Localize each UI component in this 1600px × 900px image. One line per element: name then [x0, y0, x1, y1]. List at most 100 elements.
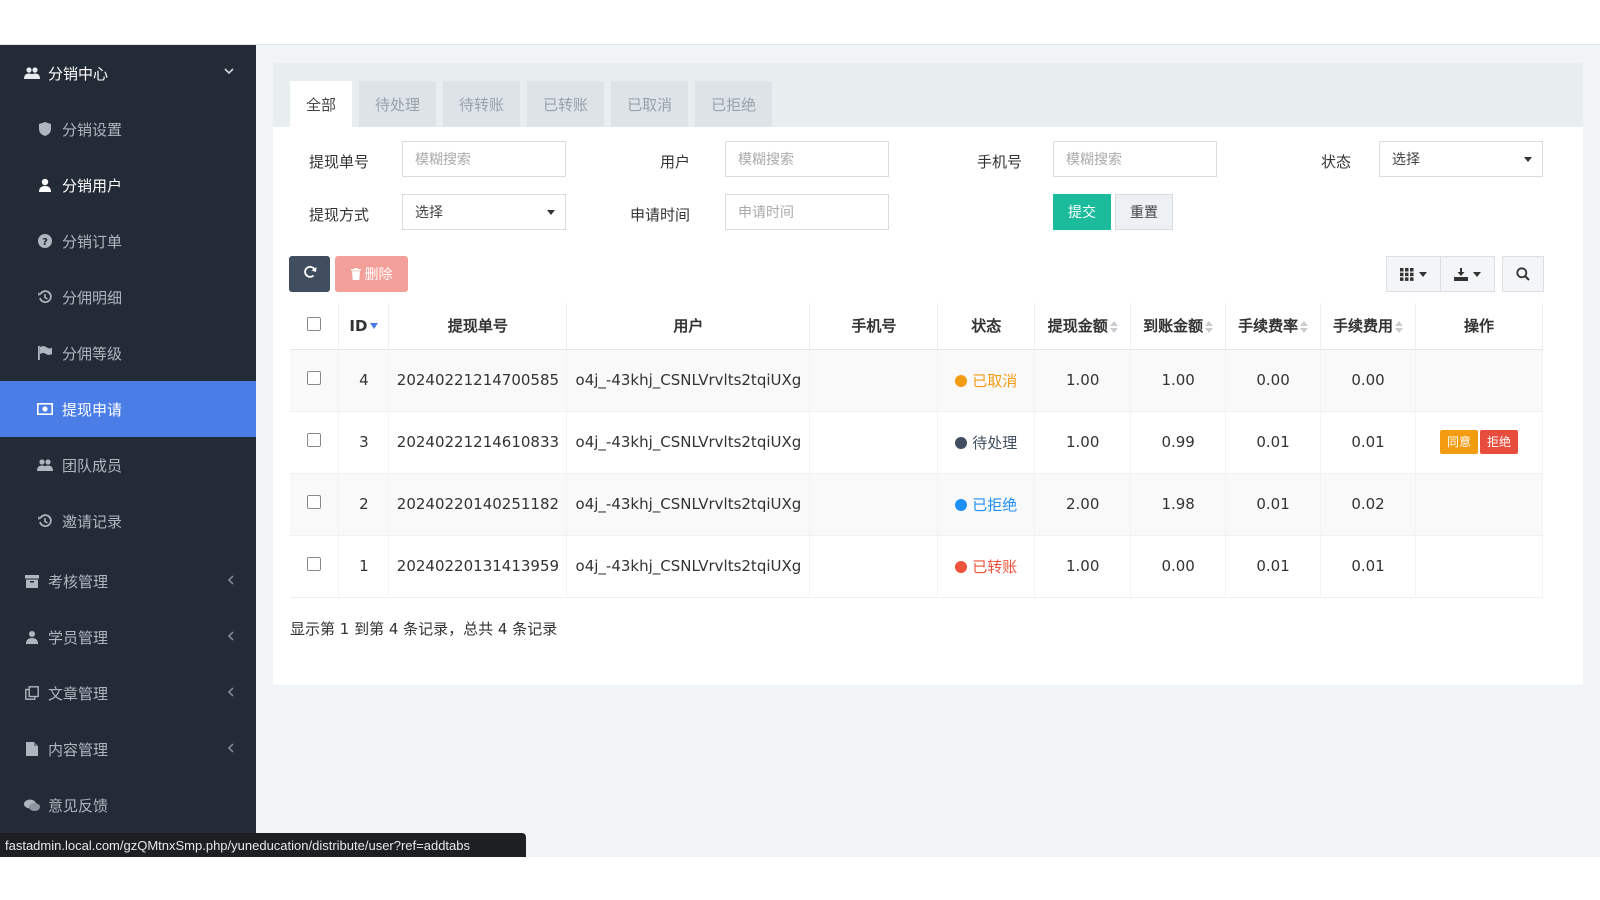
col-actions: 操作 [1415, 303, 1544, 350]
tab-all[interactable]: 全部 [290, 81, 353, 127]
cell-fee-rate: 0.01 [1225, 535, 1322, 598]
cell-order-no: 20240220131413959 [388, 535, 568, 598]
cell-status: 待处理 [937, 411, 1036, 474]
method-select[interactable]: 选择 [402, 194, 566, 230]
row-checkbox[interactable] [307, 495, 322, 509]
history-icon [36, 514, 54, 528]
sidebar-item-settings[interactable]: 分销设置 [0, 101, 256, 157]
chevron-left-icon [227, 741, 234, 757]
user-input[interactable]: 模糊搜索 [725, 141, 889, 177]
col-received[interactable]: 到账金额 [1130, 303, 1227, 350]
cell-id: 4 [338, 349, 390, 412]
col-fee-rate[interactable]: 手续费率 [1225, 303, 1322, 350]
search-button[interactable] [1502, 256, 1544, 292]
sidebar-section-assessment[interactable]: 考核管理 [0, 553, 256, 609]
col-fee[interactable]: 手续费用 [1320, 303, 1416, 350]
columns-toggle-button[interactable] [1386, 256, 1441, 292]
method-label: 提现方式 [309, 206, 370, 224]
withdraw-panel: 全部 待处理 待转账 已转账 已取消 已拒绝 提现单号 模糊搜索 用户 模糊搜索… [273, 63, 1583, 685]
flag-icon [36, 346, 54, 360]
reject-button[interactable]: 拒绝 [1479, 430, 1518, 454]
cell-fee-rate: 0.00 [1225, 349, 1322, 412]
tab-pending[interactable]: 待处理 [359, 81, 437, 127]
chevron-left-icon [227, 629, 234, 645]
delete-button[interactable]: 删除 [335, 256, 408, 292]
sidebar-item-label: 提现申请 [62, 400, 123, 419]
search-icon [1516, 267, 1530, 281]
select-all-cell [290, 303, 340, 350]
sort-icon [1205, 320, 1214, 334]
history-icon [36, 290, 54, 304]
order-no-input[interactable]: 模糊搜索 [402, 141, 566, 177]
caret-down-icon [1419, 271, 1427, 277]
status-text: 已转账 [972, 557, 1018, 576]
cell-fee: 0.01 [1320, 411, 1416, 474]
cell-order-no: 20240220140251182 [388, 473, 568, 536]
select-all-checkbox[interactable] [307, 316, 322, 331]
refresh-button[interactable] [289, 256, 330, 292]
cell-order-no: 20240221214700585 [388, 349, 568, 412]
apply-time-input[interactable]: 申请时间 [725, 194, 889, 230]
export-button[interactable] [1440, 256, 1495, 292]
col-id[interactable]: ID [338, 303, 390, 350]
cell-phone [809, 535, 939, 598]
table-row: 1 20240220131413959 o4j_-43khj_CSNLVrvlt… [290, 535, 1544, 598]
sort-desc-icon [370, 323, 379, 330]
main-content: 全部 待处理 待转账 已转账 已取消 已拒绝 提现单号 模糊搜索 用户 模糊搜索… [256, 45, 1600, 857]
sidebar-item-users[interactable]: 分销用户 [0, 157, 256, 213]
sidebar-section-content[interactable]: 内容管理 [0, 721, 256, 777]
approve-button[interactable]: 同意 [1439, 430, 1478, 454]
sidebar: 分销中心 分销设置 分销用户 ? 分销订单 分佣明细 分佣等级 提现申请 团队成… [0, 45, 256, 857]
sidebar-item-label: 分佣等级 [62, 344, 123, 363]
row-checkbox[interactable] [307, 557, 322, 571]
sidebar-group-distribution[interactable]: 分销中心 [0, 45, 256, 101]
tab-to-transfer[interactable]: 待转账 [443, 81, 521, 127]
download-icon [1454, 267, 1468, 281]
status-label: 状态 [1321, 153, 1352, 171]
col-order-no: 提现单号 [388, 303, 568, 350]
tab-rejected[interactable]: 已拒绝 [695, 81, 773, 127]
sidebar-item-commission-detail[interactable]: 分佣明细 [0, 269, 256, 325]
cell-phone [809, 473, 939, 536]
cell-fee: 0.00 [1320, 349, 1416, 412]
cell-actions [1415, 535, 1544, 598]
sidebar-section-label: 考核管理 [48, 572, 109, 591]
cell-amount: 1.00 [1034, 535, 1132, 598]
sidebar-item-invites[interactable]: 邀请记录 [0, 493, 256, 549]
status-select[interactable]: 选择 [1379, 141, 1543, 177]
copy-icon [22, 686, 42, 700]
caret-down-icon [1524, 157, 1532, 162]
sidebar-section-articles[interactable]: 文章管理 [0, 665, 256, 721]
sidebar-section-students[interactable]: 学员管理 [0, 609, 256, 665]
status-dot-icon [955, 374, 968, 387]
col-amount[interactable]: 提现金额 [1034, 303, 1132, 350]
user-icon [36, 178, 54, 192]
sidebar-section-feedback[interactable]: 意见反馈 [0, 777, 256, 833]
file-icon [22, 742, 42, 756]
row-checkbox[interactable] [307, 433, 322, 447]
row-checkbox[interactable] [307, 371, 322, 385]
submit-button[interactable]: 提交 [1053, 194, 1111, 230]
apply-time-label: 申请时间 [630, 206, 691, 224]
comments-icon [22, 799, 42, 812]
sidebar-item-team[interactable]: 团队成员 [0, 437, 256, 493]
sort-icon [1395, 320, 1404, 334]
reset-button[interactable]: 重置 [1115, 194, 1173, 230]
users-icon [22, 66, 42, 80]
cell-amount: 2.00 [1034, 473, 1132, 536]
phone-input[interactable]: 模糊搜索 [1053, 141, 1217, 177]
cell-status: 已转账 [937, 535, 1036, 598]
cell-amount: 1.00 [1034, 349, 1132, 412]
tab-transferred[interactable]: 已转账 [527, 81, 605, 127]
row-select-cell [290, 535, 340, 598]
cell-amount: 1.00 [1034, 411, 1132, 474]
top-header [0, 0, 1600, 45]
delete-label: 删除 [364, 267, 393, 283]
sidebar-item-commission-level[interactable]: 分佣等级 [0, 325, 256, 381]
sidebar-item-withdraw[interactable]: 提现申请 [0, 381, 256, 437]
tab-cancelled[interactable]: 已取消 [611, 81, 689, 127]
sidebar-item-orders[interactable]: ? 分销订单 [0, 213, 256, 269]
refresh-icon [303, 265, 317, 283]
sort-icon [1109, 320, 1118, 334]
status-text: 待处理 [972, 433, 1018, 452]
